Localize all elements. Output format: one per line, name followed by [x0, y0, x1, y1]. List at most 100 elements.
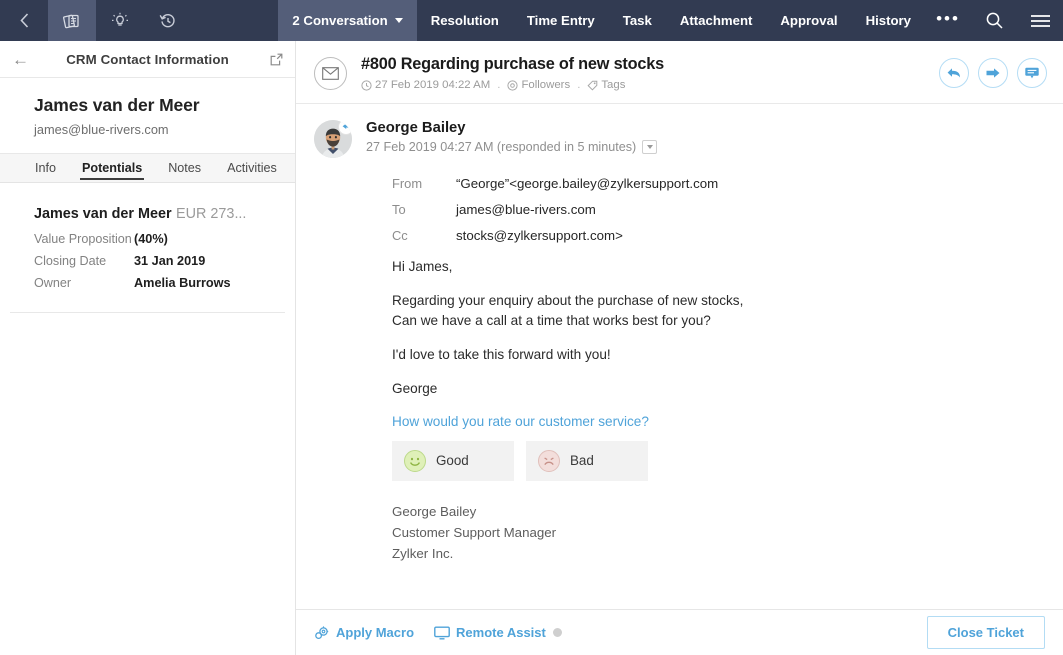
- ticket-tags[interactable]: Tags: [587, 79, 625, 91]
- body-paragraph: Regarding your enquiry about the purchas…: [392, 291, 1045, 331]
- cards-icon[interactable]: [48, 0, 96, 41]
- message-timestamp: 27 Feb 2019 04:27 AM (responded in 5 min…: [366, 140, 636, 154]
- mail-badge-icon: [338, 120, 352, 135]
- tab-time-entry[interactable]: Time Entry: [513, 0, 609, 41]
- monitor-icon: [434, 626, 450, 640]
- forward-button[interactable]: [978, 58, 1008, 88]
- deal-field-label: Closing Date: [34, 254, 134, 268]
- signature-line: George Bailey: [392, 501, 1045, 522]
- remote-assist-label: Remote Assist: [456, 625, 546, 640]
- field-label: From: [392, 176, 456, 191]
- field-value: “George”<george.bailey@zylkersupport.com: [456, 176, 718, 191]
- smiley-sad-icon: [538, 450, 560, 472]
- external-link-icon[interactable]: [259, 53, 283, 66]
- tab-history[interactable]: History: [852, 0, 925, 41]
- email-fields: From “George”<george.bailey@zylkersuppor…: [392, 176, 1045, 243]
- chevron-down-icon: [395, 18, 403, 23]
- envelope-icon: [314, 57, 347, 90]
- email-field-cc: Cc stocks@zylkersupport.com>: [392, 228, 1045, 243]
- meta-separator: .: [497, 79, 500, 91]
- ticket-created-at-label: 27 Feb 2019 04:22 AM: [375, 79, 490, 91]
- signature-line: Customer Support Manager: [392, 522, 1045, 543]
- back-button[interactable]: [0, 0, 48, 41]
- sidebar-header: ← CRM Contact Information: [0, 41, 295, 78]
- close-ticket-button[interactable]: Close Ticket: [927, 616, 1045, 649]
- ticket-meta: 27 Feb 2019 04:22 AM . Followers .: [361, 79, 939, 91]
- tag-icon: [587, 80, 598, 91]
- followers-icon: [507, 80, 518, 91]
- chevron-down-icon[interactable]: [642, 140, 657, 154]
- lightbulb-icon[interactable]: [96, 0, 144, 41]
- smiley-happy-icon: [404, 450, 426, 472]
- search-icon[interactable]: [971, 0, 1017, 41]
- deal-row: Owner Amelia Burrows: [34, 276, 295, 290]
- ticket-actions: [939, 58, 1047, 88]
- sidebar-tab-info[interactable]: Info: [22, 154, 69, 182]
- potential-deal-card: James van der Meer EUR 273... Value Prop…: [0, 183, 295, 298]
- arrow-left-icon[interactable]: ←: [12, 51, 36, 68]
- ticket-header: #800 Regarding purchase of new stocks 27…: [296, 41, 1063, 104]
- sidebar-tab-notes[interactable]: Notes: [155, 154, 214, 182]
- reply-button[interactable]: [939, 58, 969, 88]
- deal-row: Value Proposition (40%): [34, 232, 295, 246]
- comment-button[interactable]: [1017, 58, 1047, 88]
- deal-field-value: Amelia Burrows: [134, 276, 231, 290]
- macro-gear-icon: [314, 625, 330, 641]
- contact-name: James van der Meer: [34, 95, 295, 116]
- tab-resolution[interactable]: Resolution: [417, 0, 513, 41]
- top-navigation-bar: 2 Conversation Resolution Time Entry Tas…: [0, 0, 1063, 41]
- contact-summary: James van der Meer james@blue-rivers.com: [0, 78, 295, 153]
- message-header: George Bailey 27 Feb 2019 04:27 AM (resp…: [314, 120, 1045, 158]
- sidebar-tab-potentials[interactable]: Potentials: [69, 154, 155, 182]
- tab-approval[interactable]: Approval: [766, 0, 851, 41]
- more-options-button[interactable]: •••: [925, 0, 971, 41]
- field-label: Cc: [392, 228, 456, 243]
- clock-icon: [361, 80, 372, 91]
- message-sender: George Bailey: [366, 120, 657, 136]
- sidebar-tab-activities[interactable]: Activities: [214, 154, 290, 182]
- deal-field-value: 31 Jan 2019: [134, 254, 205, 268]
- remote-assist-button[interactable]: Remote Assist: [434, 625, 562, 640]
- deal-row: Closing Date 31 Jan 2019: [34, 254, 295, 268]
- rating-good-button[interactable]: Good: [392, 441, 514, 481]
- info-dot-icon[interactable]: [553, 628, 562, 637]
- ticket-title: #800 Regarding purchase of new stocks: [361, 55, 939, 74]
- tab-task[interactable]: Task: [609, 0, 666, 41]
- deal-fields: Value Proposition (40%) Closing Date 31 …: [34, 232, 295, 290]
- more-dots-label: •••: [936, 10, 960, 32]
- hamburger-menu-icon[interactable]: [1017, 0, 1063, 41]
- deal-field-value: (40%): [134, 232, 168, 246]
- crm-sidebar: ← CRM Contact Information James van der …: [0, 41, 296, 655]
- followers-label: Followers: [521, 79, 570, 91]
- ticket-panel: #800 Regarding purchase of new stocks 27…: [296, 41, 1063, 655]
- app-window: 2 Conversation Resolution Time Entry Tas…: [0, 0, 1063, 655]
- contact-email: james@blue-rivers.com: [34, 122, 295, 137]
- sidebar-title: CRM Contact Information: [36, 52, 259, 67]
- field-value: james@blue-rivers.com: [456, 202, 596, 217]
- field-value: stocks@zylkersupport.com>: [456, 228, 623, 243]
- topbar-icon-group: [0, 0, 278, 41]
- rating-bad-button[interactable]: Bad: [526, 441, 648, 481]
- apply-macro-label: Apply Macro: [336, 625, 414, 640]
- george-bailey-avatar: [314, 120, 352, 158]
- rating-options: Good Bad: [392, 441, 1045, 481]
- deal-heading: James van der Meer EUR 273...: [34, 205, 295, 223]
- rating-good-label: Good: [436, 453, 469, 468]
- sidebar-tabs: Info Potentials Notes Activities: [0, 153, 295, 183]
- body-paragraph: Hi James,: [392, 257, 1045, 277]
- message-thread: George Bailey 27 Feb 2019 04:27 AM (resp…: [296, 104, 1063, 609]
- tab-attachment[interactable]: Attachment: [666, 0, 767, 41]
- email-signature: George Bailey Customer Support Manager Z…: [392, 501, 1045, 565]
- email-field-to: To james@blue-rivers.com: [392, 202, 1045, 217]
- apply-macro-button[interactable]: Apply Macro: [314, 625, 414, 641]
- ticket-header-text: #800 Regarding purchase of new stocks 27…: [361, 55, 939, 91]
- ticket-followers[interactable]: Followers: [507, 79, 570, 91]
- ticket-footer: Apply Macro Remote Assist Close Ticket: [296, 609, 1063, 655]
- body-paragraph: I'd love to take this forward with you!: [392, 345, 1045, 365]
- deal-field-label: Value Proposition: [34, 232, 134, 246]
- rating-question[interactable]: How would you rate our customer service?: [392, 414, 1045, 429]
- deal-field-label: Owner: [34, 276, 134, 290]
- history-icon[interactable]: [144, 0, 192, 41]
- app-body: ← CRM Contact Information James van der …: [0, 41, 1063, 655]
- tab-conversation[interactable]: 2 Conversation: [278, 0, 416, 41]
